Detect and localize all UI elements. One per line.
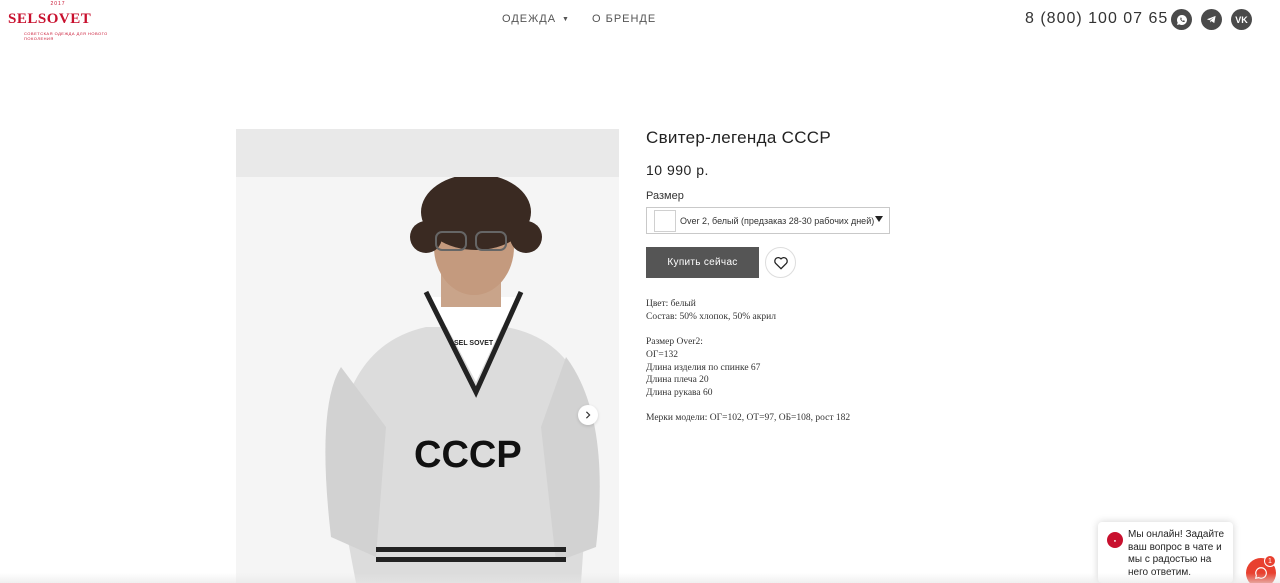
desc-spacer [646,400,1046,413]
chat-bubble-icon [1255,567,1267,579]
desc-line: Длина плеча 20 [646,375,709,386]
product-info: Свитер-легенда СССР 10 990 р. Размер Ove… [646,128,1046,425]
desc-line: Состав: 50% хлопок, 50% акрил [646,311,776,322]
caret-down-icon: ▼ [562,15,570,23]
desc-line: Размер Over2: [646,337,703,348]
chat-message: Мы онлайн! Задайте ваш вопрос в чате и м… [1128,529,1225,578]
desc-line: Цвет: белый [646,299,696,309]
size-select[interactable]: Over 2, белый (предзаказ 28-30 рабочих д… [646,207,890,234]
logo-wordmark: SELSOVET [8,11,92,27]
desc-line: Мерки модели: ОГ=102, ОТ=97, ОБ=108, рос… [646,413,851,424]
bottom-fade [0,573,1280,583]
nav-item-label: ОДЕЖДА [502,13,557,25]
phone-number[interactable]: 8 (800) 100 07 65 [1025,10,1168,28]
vk-icon-label: VK [1235,14,1248,25]
nav-item-about-brand[interactable]: О БРЕНДЕ [592,13,656,25]
shirt-label: SEL SOVET [454,340,494,347]
add-to-favorites-button[interactable] [765,247,796,278]
site-header: 2017 SELSOVET СОВЕТСКАЯ ОДЕЖДА ДЛЯ НОВОГ… [0,0,1280,41]
size-select-value: Over 2, белый (предзаказ 28-30 рабочих д… [680,215,875,226]
heart-icon [773,256,788,270]
product-photo: SEL SOVET СССР [236,177,619,583]
product-title: Свитер-легенда СССР [646,128,831,147]
vk-icon[interactable]: VK [1231,9,1252,30]
chat-unread-badge: 1 [1264,555,1276,567]
chat-popup[interactable]: ● Мы онлайн! Задайте ваш вопрос в чате и… [1098,522,1233,583]
main-nav: ОДЕЖДА ▼ О БРЕНДЕ [502,13,678,25]
buy-now-button[interactable]: Купить сейчас [646,247,759,278]
desc-line: Длина рукава 60 [646,387,713,398]
product-price: 10 990 р. [646,162,709,178]
next-slide-button[interactable] [578,405,598,425]
telegram-icon[interactable] [1201,9,1222,30]
whatsapp-icon[interactable] [1171,9,1192,30]
product-actions: Купить сейчас [646,247,1046,278]
product-description: Цвет: белый Состав: 50% хлопок, 50% акри… [646,298,1046,425]
caret-down-icon [875,216,883,222]
brand-logo[interactable]: 2017 SELSOVET СОВЕТСКАЯ ОДЕЖДА ДЛЯ НОВОГ… [8,1,118,41]
color-swatch [654,209,676,232]
social-links: VK [1171,9,1261,30]
nav-item-clothing[interactable]: ОДЕЖДА ▼ [502,13,570,25]
desc-line: ОГ=132 [646,349,678,360]
product-gallery[interactable]: SEL SOVET СССР [236,129,619,583]
sweater-print: СССР [414,434,522,476]
desc-line: Длина изделия по спинке 67 [646,362,761,373]
logo-tagline: СОВЕТСКАЯ ОДЕЖДА ДЛЯ НОВОГО ПОКОЛЕНИЯ [24,31,108,41]
chat-avatar-icon: ● [1107,532,1123,548]
desc-spacer [646,323,1046,336]
logo-year: 2017 [50,1,66,7]
nav-item-label: О БРЕНДЕ [591,13,657,25]
size-label: Размер [646,190,684,202]
